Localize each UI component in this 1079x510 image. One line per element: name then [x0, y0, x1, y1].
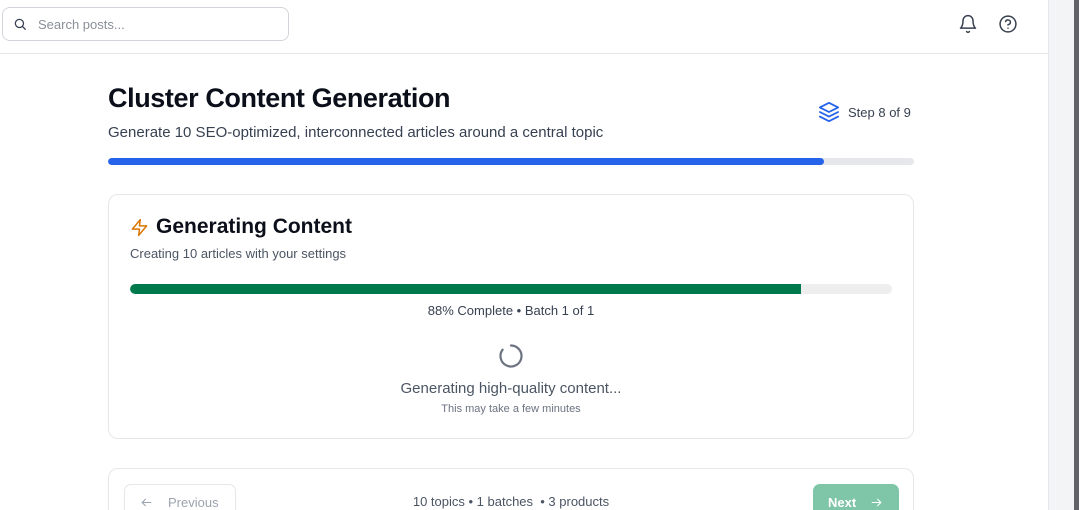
search-box[interactable]	[2, 7, 289, 41]
step-label: Step 8 of 9	[848, 104, 911, 120]
generation-card-title: Generating Content	[156, 215, 353, 238]
scrollbar-thumb[interactable]	[1074, 0, 1079, 510]
arrow-right-icon	[871, 498, 882, 506]
notifications-button[interactable]	[958, 14, 978, 34]
bell-icon	[959, 14, 977, 34]
layers-icon	[818, 101, 840, 123]
top-header	[0, 0, 1048, 54]
generation-progress-fill	[130, 284, 801, 294]
page-subtitle: Generate 10 SEO-optimized, interconnecte…	[108, 124, 604, 141]
step-indicator: Step 8 of 9	[818, 101, 911, 123]
overall-progress-fill	[108, 158, 824, 165]
generation-hint: This may take a few minutes	[441, 403, 581, 415]
loading-spinner	[498, 343, 524, 369]
generation-progress-bar	[130, 284, 892, 294]
generation-message: Generating high-quality content...	[400, 380, 622, 397]
overall-progress-bar	[108, 158, 914, 165]
spinner-icon	[499, 344, 523, 368]
generation-card: Generating Content Creating 10 articles …	[108, 194, 914, 439]
next-button[interactable]: Next	[813, 484, 899, 510]
lightning-icon	[131, 218, 148, 236]
next-button-label: Next	[828, 494, 857, 510]
app-root: Cluster Content Generation Generate 10 S…	[0, 0, 1079, 510]
generation-status-text: 88% Complete • Batch 1 of 1	[427, 303, 595, 318]
help-button[interactable]	[998, 14, 1018, 34]
scrollbar-gutter	[1048, 0, 1079, 510]
search-icon	[14, 18, 26, 30]
generation-card-header: Generating Content	[130, 215, 352, 239]
wizard-navigation: Previous 10 topics • 1 batches • 3 produ…	[108, 468, 914, 510]
search-input[interactable]	[38, 16, 268, 32]
help-circle-icon	[999, 15, 1017, 33]
page-title: Cluster Content Generation	[108, 83, 451, 113]
generation-card-subtitle: Creating 10 articles with your settings	[130, 246, 347, 261]
generation-summary: 10 topics • 1 batches • 3 products	[412, 494, 610, 509]
